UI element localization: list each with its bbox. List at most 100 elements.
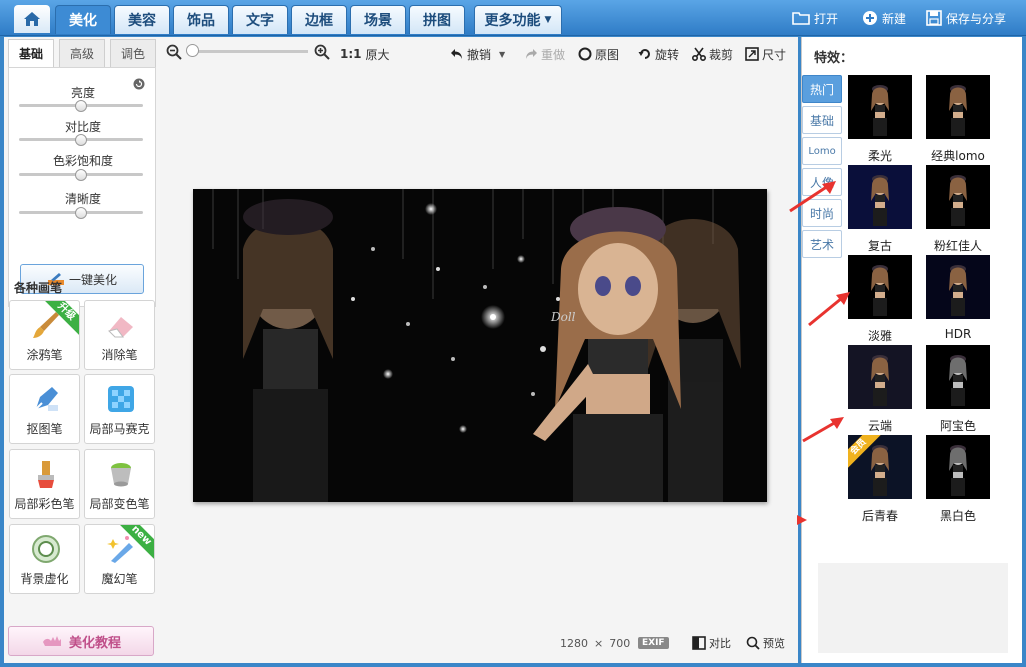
eraser-pen-button[interactable]: 消除笔 — [84, 300, 155, 370]
tab-advanced[interactable]: 高级 — [59, 39, 105, 67]
tab-accessories[interactable]: 饰品 — [173, 5, 229, 34]
thumbnail-figure-part — [953, 465, 963, 472]
undo-dropdown-icon[interactable]: ▼ — [499, 50, 505, 59]
photo-artwork: Doll — [193, 189, 767, 502]
thumbnail-figure-part — [875, 202, 885, 208]
paint-bucket-icon — [111, 463, 131, 487]
thumbnail-figure-part — [953, 382, 963, 388]
tab-color-grading[interactable]: 调色 — [110, 39, 156, 67]
basic-adjust-panel: 亮度 对比度 色彩饱和度 清晰度 一键美化 — [8, 67, 156, 307]
undo-icon — [451, 49, 462, 59]
thumbnail-figure-part — [951, 118, 965, 136]
magic-pen-button[interactable]: new 魔幻笔 — [84, 524, 155, 594]
effect-classic-lomo[interactable] — [926, 75, 990, 139]
open-button[interactable]: 打开 — [792, 6, 838, 30]
effect-post-youth[interactable]: 会员 — [848, 435, 912, 499]
chevron-down-icon: ▼ — [544, 15, 552, 25]
effect-elegant[interactable] — [848, 255, 912, 319]
scissors-icon — [692, 47, 706, 61]
effect-abao-color[interactable] — [926, 345, 990, 409]
resize-icon — [745, 47, 759, 61]
tab-border[interactable]: 边框 — [291, 5, 347, 34]
crop-button[interactable]: 裁剪 — [692, 45, 733, 63]
thumbnail-figure-part — [953, 375, 963, 382]
thumbnail-figure-part — [873, 478, 887, 496]
beautify-tutorial-button[interactable]: 美化教程 — [8, 626, 154, 656]
sharpness-slider-knob[interactable] — [75, 207, 87, 219]
effect-cloud[interactable] — [848, 345, 912, 409]
tab-retouch[interactable]: 美容 — [114, 5, 170, 34]
eraser-icon — [108, 317, 133, 338]
saturation-slider-knob[interactable] — [75, 169, 87, 181]
resize-button[interactable]: 尺寸 — [745, 45, 786, 63]
tab-beautify[interactable]: 美化 — [55, 5, 111, 34]
preview-button[interactable]: 预览 — [746, 635, 785, 651]
annotation-arrow — [808, 292, 850, 327]
tab-more-features[interactable]: 更多功能 ▼ — [474, 5, 562, 34]
tab-basic[interactable]: 基础 — [8, 39, 54, 67]
thumbnail-figure-part — [953, 112, 963, 118]
thumbnail-figure-part — [873, 208, 887, 226]
zoom-slider-knob[interactable] — [186, 44, 199, 57]
save-share-button[interactable]: 保存与分享 — [926, 6, 1006, 30]
new-button[interactable]: 新建 — [862, 6, 906, 30]
zoom-in-icon[interactable] — [314, 44, 330, 60]
thumbnail-figure-part — [875, 382, 885, 388]
thumbnail-figure-part — [953, 472, 963, 478]
thumbnail-figure-part — [875, 195, 885, 202]
pen-cutout-icon — [35, 387, 58, 411]
background-blur-button[interactable]: 背景虚化 — [9, 524, 80, 594]
effects-title: 特效： — [814, 51, 854, 66]
thumbnail-figure-part — [951, 208, 965, 226]
category-basic[interactable]: 基础 — [802, 106, 842, 134]
saturation-label: 色彩饱和度 — [52, 154, 113, 168]
home-button[interactable] — [14, 5, 50, 33]
left-panel: 基础 高级 调色 亮度 对比度 色彩饱和度 清晰度 一键美化 各种画笔 升级 涂… — [4, 37, 160, 663]
zoom-out-icon[interactable] — [166, 44, 182, 60]
tab-collage[interactable]: 拼图 — [409, 5, 465, 34]
local-color-pen-button[interactable]: 局部彩色笔 — [9, 449, 80, 519]
thumbnail-figure-part — [875, 472, 885, 478]
effect-pink-lady[interactable] — [926, 165, 990, 229]
ad-placeholder — [818, 563, 1008, 653]
thumbnail-figure-part — [953, 202, 963, 208]
doodle-pen-button[interactable]: 升级 涂鸦笔 — [9, 300, 80, 370]
effect-vintage[interactable] — [848, 165, 912, 229]
actual-size-button[interactable]: 1:1 原大 — [340, 45, 390, 63]
local-mosaic-button[interactable]: 局部马赛克 — [84, 374, 155, 444]
redo-button[interactable]: 重做 — [524, 45, 565, 63]
category-hot[interactable]: 热门 — [802, 75, 842, 103]
brightness-slider-knob[interactable] — [75, 100, 87, 112]
thumbnail-figure-part — [951, 388, 965, 406]
editing-photo[interactable]: Doll — [193, 189, 767, 502]
zoom-slider[interactable] — [190, 50, 308, 53]
effect-soft-light[interactable] — [848, 75, 912, 139]
tab-text[interactable]: 文字 — [232, 5, 288, 34]
effect-thumbnail-figure — [949, 265, 967, 316]
effect-thumbnail-figure — [949, 445, 967, 496]
thumbnail-figure-part — [953, 285, 963, 292]
cutout-pen-button[interactable]: 抠图笔 — [9, 374, 80, 444]
rotate-icon — [638, 49, 650, 59]
canvas-area: 1:1 原大 撤销 ▼ 重做 原图 旋转 裁剪 尺寸 Doll 1280 × 7… — [160, 37, 798, 663]
brightness-label: 亮度 — [70, 86, 95, 100]
thumbnail-figure-part — [875, 465, 885, 472]
plus-circle-icon — [863, 11, 877, 25]
compare-button[interactable]: 对比 — [692, 635, 731, 651]
thumbnail-figure-part — [875, 105, 885, 112]
tab-scene[interactable]: 场景 — [350, 5, 406, 34]
folder-icon — [792, 12, 810, 25]
local-recolor-pen-button[interactable]: 局部变色笔 — [84, 449, 155, 519]
circle-icon — [578, 47, 592, 61]
undo-button[interactable]: 撤销 ▼ — [450, 45, 505, 63]
effect-black-white[interactable] — [926, 435, 990, 499]
rotate-button[interactable]: 旋转 — [638, 45, 679, 63]
thumbnail-figure-part — [953, 195, 963, 202]
effects-panel: 特效： 热门 基础 Lomo 人像 时尚 艺术 柔光 经典lomo 复古 粉红佳… — [801, 37, 1022, 663]
thumbnail-figure-part — [953, 105, 963, 112]
contrast-slider-knob[interactable] — [75, 134, 87, 146]
exif-button[interactable]: EXIF — [638, 635, 669, 651]
effect-thumbnail-figure — [949, 355, 967, 406]
original-image-button[interactable]: 原图 — [578, 45, 619, 63]
effect-hdr[interactable] — [926, 255, 990, 319]
